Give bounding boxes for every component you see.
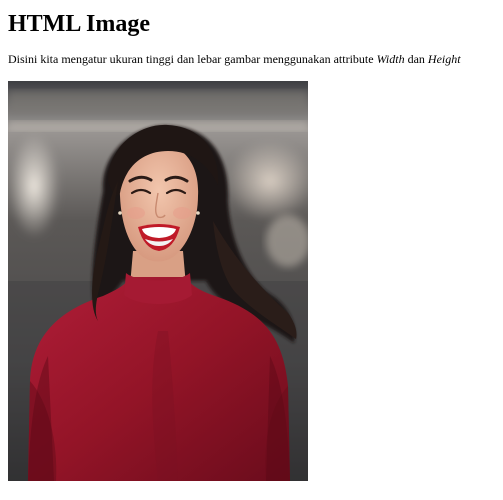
portrait-illustration bbox=[8, 81, 308, 481]
description-conjunction: dan bbox=[404, 52, 428, 66]
page-content: HTML Image Disini kita mengatur ukuran t… bbox=[8, 0, 498, 66]
page-heading: HTML Image bbox=[8, 11, 150, 37]
portrait-image bbox=[8, 81, 308, 481]
description-paragraph: Disini kita mengatur ukuran tinggi dan l… bbox=[8, 52, 498, 66]
width-attribute-word: Width bbox=[376, 52, 405, 66]
height-attribute-word: Height bbox=[427, 52, 461, 66]
description-text: Disini kita mengatur ukuran tinggi dan l… bbox=[8, 52, 377, 66]
